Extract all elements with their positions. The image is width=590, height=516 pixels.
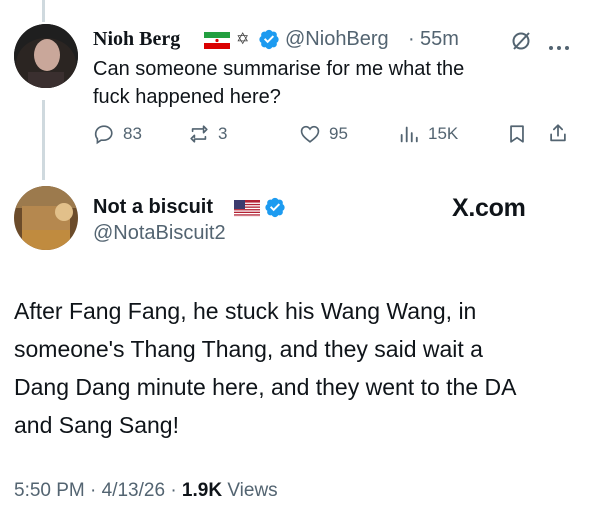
tweet-body-line-4: and Sang Sang! (14, 412, 179, 438)
repost-button[interactable]: 3 (188, 122, 227, 146)
avatar[interactable] (14, 186, 78, 250)
author-name[interactable]: Nioh Berg (93, 28, 180, 51)
reply-text-line-1: Can someone summarise for me what the (93, 58, 465, 80)
reply-text-line-2: fuck happened here? (93, 86, 281, 108)
thread-line-top (42, 0, 45, 22)
avatar[interactable] (14, 24, 78, 88)
verified-badge-icon (258, 28, 280, 55)
analytics-icon (400, 126, 418, 143)
thread-line-middle (42, 100, 45, 180)
tweet-timestamp[interactable]: 5:50 PM · 4/13/26 · (14, 480, 182, 501)
like-button[interactable]: 95 (299, 122, 348, 146)
tweet-body-line-2: someone's Thang Thang, and they said wai… (14, 336, 483, 362)
reply-icon (94, 125, 113, 145)
us-flag-icon (234, 200, 260, 222)
bookmark-icon[interactable] (506, 123, 528, 150)
tweet-views-count: 1.9K (181, 480, 223, 501)
separator-dot: · (408, 28, 415, 50)
grok-icon[interactable] (510, 30, 532, 57)
x-com-watermark: X.com (452, 194, 526, 222)
repost-icon (190, 125, 208, 143)
views-button[interactable]: 15K (398, 122, 458, 146)
star-of-david-icon: ✡ (236, 29, 250, 48)
verified-badge-icon (264, 196, 286, 223)
share-icon[interactable] (547, 122, 569, 149)
tweet-body-line-3: Dang Dang minute here, and they went to … (14, 374, 517, 400)
reply-count: 83 (123, 124, 142, 143)
author-handle[interactable]: @NiohBerg (285, 28, 389, 51)
author-name[interactable]: Not a biscuit (93, 196, 213, 219)
tweet-meta: 5:50 PM · 4/13/26 · 1.9K Views (14, 480, 278, 502)
tweet-body-line-1: After Fang Fang, he stuck his Wang Wang,… (14, 298, 477, 324)
more-options-icon[interactable] (548, 38, 570, 56)
repost-count: 3 (218, 124, 228, 143)
tweet-views-label: Views (222, 480, 278, 501)
like-count: 95 (329, 124, 348, 143)
iran-flag-icon (204, 32, 230, 54)
heart-icon (300, 125, 320, 143)
views-count: 15K (428, 124, 459, 143)
reply-button[interactable]: 83 (93, 122, 142, 146)
tweet-age[interactable]: 55m (420, 28, 459, 51)
author-handle[interactable]: @NotaBiscuit2 (93, 222, 226, 245)
